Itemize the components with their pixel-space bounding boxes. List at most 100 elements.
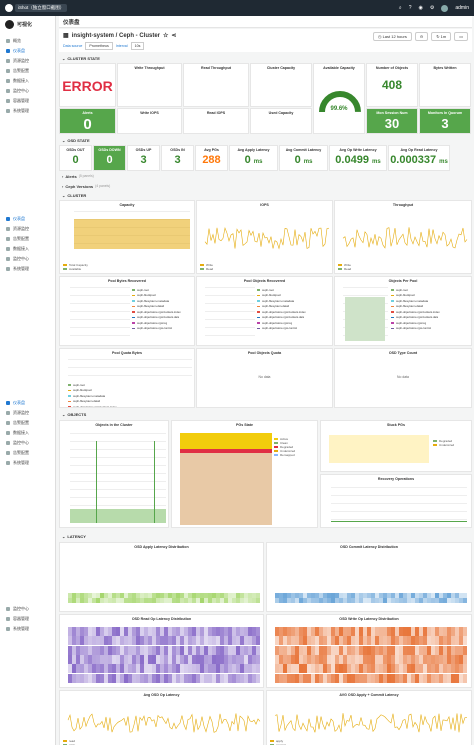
- alerts-panel[interactable]: Alerts 0: [59, 108, 116, 134]
- heatmap-cell: [256, 636, 260, 646]
- var-interval-select[interactable]: 10s: [130, 42, 145, 50]
- available-capacity-panel[interactable]: Available Capacity 99.6%: [313, 63, 365, 134]
- row-alerts[interactable]: › Alerts (5 panels): [59, 172, 472, 180]
- settings-icon[interactable]: ⚙: [430, 5, 434, 11]
- sidebar-brand[interactable]: 可视化: [0, 16, 55, 33]
- stat-unit: ms: [303, 159, 313, 165]
- cluster-capacity-panel[interactable]: Cluster Capacity: [250, 63, 312, 107]
- osd-stat-panel[interactable]: OSDs UP 3: [127, 145, 160, 171]
- sidebar-item[interactable]: 资源监控: [0, 408, 55, 418]
- apply-latency-dist-panel[interactable]: OSD Apply Latency Distribution: [59, 542, 264, 612]
- row-ceph-versions[interactable]: › Ceph Versions (4 panels): [59, 182, 472, 190]
- capacity-area: [74, 219, 190, 249]
- mon-session-panel[interactable]: Mon Session Num 30: [366, 108, 418, 134]
- legend-swatch: [274, 454, 278, 456]
- read-iops-panel[interactable]: Read IOPS: [183, 108, 249, 134]
- sidebar-item[interactable]: 仪表盘: [0, 214, 55, 224]
- var-datasource-select[interactable]: Prometheus: [85, 42, 113, 50]
- sidebar-item[interactable]: 监控中心: [0, 254, 55, 264]
- osd-stat-panel[interactable]: Avg PGs 288: [195, 145, 228, 171]
- dashboard-grid-icon: ▦: [63, 33, 69, 39]
- status-panel[interactable]: ERROR: [59, 63, 116, 107]
- pool-quota-bytes-panel[interactable]: Pool Quota Bytes ceph-root ceph-blockpool…: [59, 348, 195, 408]
- row-objects[interactable]: ⌄ OBJECTS: [59, 410, 472, 418]
- stat-number: 0.0499: [335, 154, 369, 166]
- zoom-out-button[interactable]: ⊖: [414, 32, 429, 41]
- write-iops-panel[interactable]: Write IOPS: [117, 108, 182, 134]
- sidebar-item[interactable]: 数据接入: [0, 428, 55, 438]
- sidebar-item[interactable]: 告警配置: [0, 234, 55, 244]
- sidebar-item[interactable]: 系统管理: [0, 624, 55, 634]
- sidebar-item[interactable]: 容器管理: [0, 96, 55, 106]
- sidebar-item[interactable]: 监控中心: [0, 438, 55, 448]
- help-icon[interactable]: ?: [409, 5, 412, 11]
- commit-latency-dist-panel[interactable]: OSD Commit Latency Distribution: [266, 542, 472, 612]
- sidebar-item[interactable]: 告警配置: [0, 448, 55, 458]
- pool-bytes-recovered-panel[interactable]: Pool Bytes Recovered ceph-root ceph-block…: [59, 276, 195, 346]
- capacity-panel[interactable]: Capacity Total Capacity Available: [59, 200, 195, 274]
- osd-stat-panel[interactable]: Avg Op Read Latency 0.000337 ms: [388, 145, 450, 171]
- osd-stat-panel[interactable]: OSDs IN 3: [161, 145, 194, 171]
- dashboard-title[interactable]: insight-system / Ceph - Cluster: [72, 33, 160, 39]
- read-op-latency-dist-panel[interactable]: OSD Read Op Latency Distribution: [59, 614, 264, 688]
- heatmap-cell: [463, 645, 467, 655]
- num-objects-panel[interactable]: Number of Objects 408: [366, 63, 418, 107]
- user-avatar[interactable]: [441, 4, 449, 12]
- sidebar-item[interactable]: 仪表盘: [0, 46, 55, 56]
- stuck-pgs-panel[interactable]: Stuck PGs Degraded Undersized: [320, 420, 472, 472]
- avg-osd-latency-chart: [67, 713, 261, 733]
- osd-stat-panel[interactable]: OSDs DOWN 0: [93, 145, 126, 171]
- recovery-ops-panel[interactable]: Recovery Operations: [320, 474, 472, 528]
- row-latency[interactable]: ⌄ LATENCY: [59, 532, 472, 540]
- sidebar-item[interactable]: 资源监控: [0, 224, 55, 234]
- row-osd-state[interactable]: ⌄ OSD STATE: [59, 136, 472, 144]
- osd-stat-panel[interactable]: Avg Op Write Latency 0.0499 ms: [329, 145, 387, 171]
- row-cluster-state[interactable]: ⌄ CLUSTER STATE: [59, 54, 472, 62]
- sidebar-item[interactable]: 告警配置: [0, 418, 55, 428]
- throughput-panel[interactable]: Throughput Write Read: [334, 200, 472, 274]
- user-name[interactable]: admin: [455, 5, 469, 11]
- objects-in-cluster-panel[interactable]: Objects in the Cluster: [59, 420, 169, 528]
- sidebar-item[interactable]: 告警配置: [0, 66, 55, 76]
- search-icon[interactable]: ⌕: [399, 5, 402, 11]
- pgs-state-panel[interactable]: PGs State Active Clean Degraded Undersized R…: [171, 420, 318, 528]
- write-op-latency-dist-panel[interactable]: OSD Write Op Latency Distribution: [266, 614, 472, 688]
- monitors-quorum-panel[interactable]: Monitors In Quorum 3: [419, 108, 471, 134]
- sidebar-item[interactable]: 概览: [0, 36, 55, 46]
- refresh-interval: 1m: [440, 34, 447, 39]
- sidebar-item[interactable]: 监控中心: [0, 86, 55, 96]
- iops-panel[interactable]: IOPS Write Read: [196, 200, 333, 274]
- used-capacity-panel[interactable]: Used Capacity: [250, 108, 312, 134]
- avg-osd-op-latency-panel[interactable]: Avg OSD Op Latency read write: [59, 690, 264, 745]
- legend-swatch: [391, 300, 394, 302]
- sidebar-item[interactable]: 仪表盘: [0, 398, 55, 408]
- osd-stat-panel[interactable]: Avg Commit Latency 0 ms: [279, 145, 328, 171]
- sidebar-item[interactable]: 资源监控: [0, 56, 55, 66]
- objects-per-pool-panel[interactable]: Objects Per Pool ceph-root ceph-blockpool…: [334, 276, 472, 346]
- osd-stat-panel[interactable]: OSDs OUT 0: [59, 145, 92, 171]
- sidebar-item[interactable]: 监控中心: [0, 604, 55, 614]
- panel-title: Avg PGs: [204, 148, 219, 152]
- refresh-button[interactable]: ↻ 1m: [431, 32, 452, 41]
- tv-mode-button[interactable]: ▭: [454, 32, 468, 41]
- avg-apply-commit-latency-panel[interactable]: AVG OSD Apply + Commit Latency apply com…: [266, 690, 472, 745]
- pool-objects-recovered-panel[interactable]: Pool Objects Recovered ceph-root ceph-blo…: [196, 276, 333, 346]
- sidebar-item[interactable]: 系统管理: [0, 264, 55, 274]
- share-icon[interactable]: ⋖: [171, 32, 176, 39]
- osd-type-count-panel[interactable]: OSD Type Count No data: [334, 348, 472, 408]
- bytes-written-panel[interactable]: Bytes Written: [419, 63, 471, 107]
- nav-icon: [6, 247, 10, 251]
- read-throughput-panel[interactable]: Read Throughput: [183, 63, 249, 107]
- sidebar-item[interactable]: 容器管理: [0, 614, 55, 624]
- sidebar-item[interactable]: 数据接入: [0, 244, 55, 254]
- sidebar-item[interactable]: 系统管理: [0, 458, 55, 468]
- row-cluster[interactable]: ⌄ CLUSTER: [59, 191, 472, 199]
- write-throughput-panel[interactable]: Write Throughput: [117, 63, 182, 107]
- bell-icon[interactable]: ◉: [419, 5, 423, 11]
- sidebar-item[interactable]: 数据接入: [0, 76, 55, 86]
- osd-stat-panel[interactable]: Avg Apply Latency 0 ms: [229, 145, 278, 171]
- sidebar-item[interactable]: 系统管理: [0, 106, 55, 116]
- time-range-picker[interactable]: ◷ Last 12 hours: [372, 32, 412, 41]
- star-icon[interactable]: ☆: [163, 32, 168, 39]
- pool-objects-quota-panel[interactable]: Pool Objects Quota No data: [196, 348, 333, 408]
